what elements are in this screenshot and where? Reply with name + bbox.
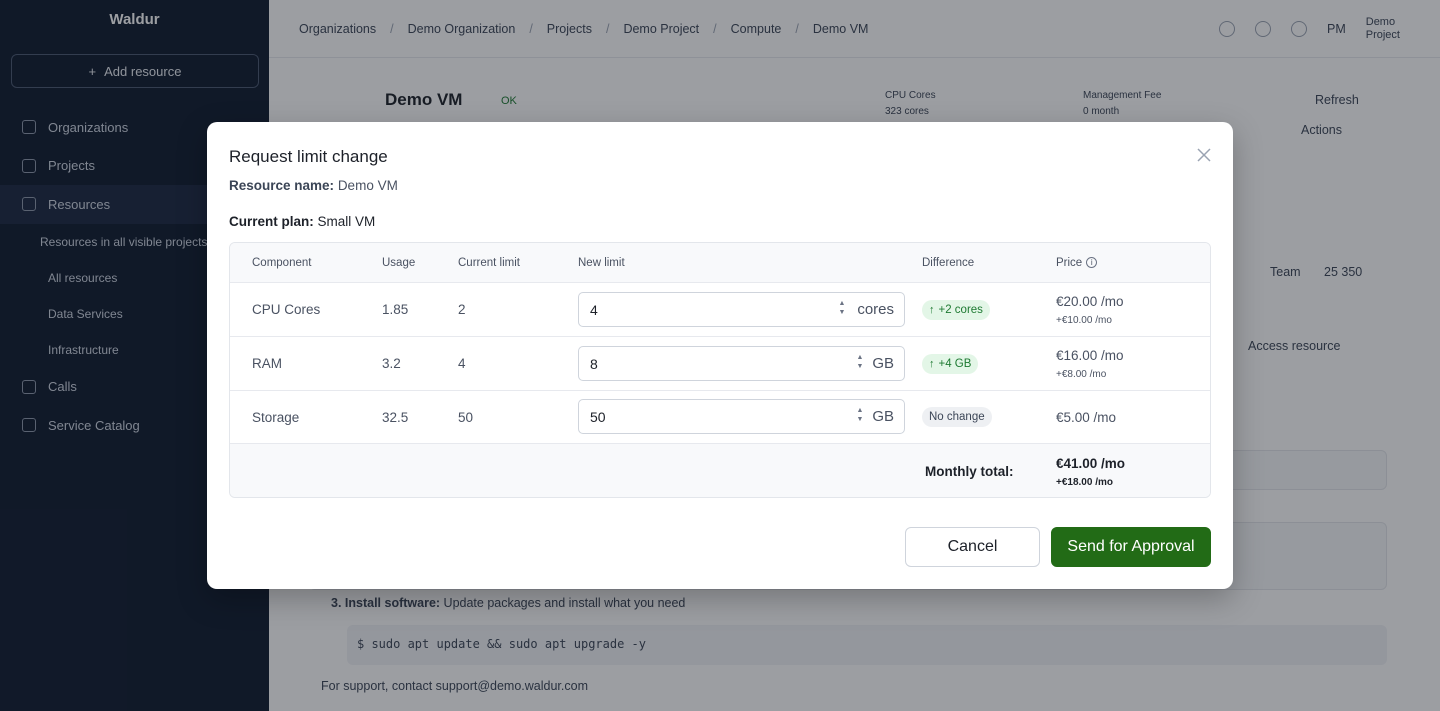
- col-component: Component: [252, 256, 312, 269]
- price-delta: +€10.00 /mo: [1056, 314, 1112, 326]
- total-row: Monthly total: €41.00 /mo +€18.00 /mo: [230, 444, 1210, 497]
- input-value: 4: [590, 301, 598, 318]
- monthly-total-label: Monthly total:: [925, 464, 1014, 479]
- table-row: RAM 3.2 4 8 ▲ ▼ GB ↑ +4 GB €16.00 /mo +€8.…: [230, 337, 1210, 391]
- cancel-button[interactable]: Cancel: [905, 527, 1040, 567]
- component-name: RAM: [252, 356, 282, 371]
- info-icon[interactable]: i: [1086, 257, 1098, 268]
- usage-value: 1.85: [382, 302, 409, 317]
- limit-change-dialog: Request limit change Resource name: Demo…: [207, 122, 1233, 589]
- current-limit-value: 2: [458, 302, 466, 317]
- difference-cell: No change: [922, 391, 992, 443]
- col-current-limit: Current limit: [458, 256, 520, 269]
- arrow-up-icon: ↑: [929, 303, 935, 316]
- price-delta: +€8.00 /mo: [1056, 368, 1107, 380]
- unit-label: GB: [872, 408, 894, 425]
- close-icon[interactable]: [1195, 146, 1213, 164]
- stepper-icon[interactable]: ▲ ▼: [837, 300, 847, 316]
- price-cell: €16.00 /mo +€8.00 /mo: [1056, 337, 1124, 390]
- difference-cell: ↑ +4 GB: [922, 337, 979, 390]
- resource-name-value: Demo VM: [337, 178, 398, 193]
- usage-value: 32.5: [382, 409, 409, 425]
- col-price-label: Price: [1056, 256, 1083, 269]
- difference-cell: ↑ +2 cores: [922, 283, 990, 336]
- total-price-cell: €41.00 /mo +€18.00 /mo: [1056, 444, 1126, 497]
- difference-badge: ↑ +2 cores: [922, 299, 990, 320]
- arrow-up-icon: ↑: [929, 357, 935, 370]
- input-value: 8: [590, 355, 598, 372]
- difference-badge: No change: [922, 407, 992, 427]
- stepper-icon[interactable]: ▲ ▼: [855, 354, 865, 370]
- limits-table: Component Usage Current limit New limit …: [229, 242, 1211, 498]
- total-delta: +€18.00 /mo: [1056, 476, 1113, 488]
- price-cell: €20.00 /mo +€10.00 /mo: [1056, 283, 1124, 336]
- current-limit-value: 50: [458, 409, 474, 425]
- dialog-title: Request limit change: [229, 147, 388, 166]
- send-for-approval-button[interactable]: Send for Approval: [1051, 527, 1211, 567]
- current-limit-value: 4: [458, 356, 466, 371]
- current-plan-line: Current plan: Small VM: [229, 214, 376, 229]
- price-value: €5.00 /mo: [1056, 409, 1117, 425]
- component-name: CPU Cores: [252, 302, 321, 317]
- col-difference: Difference: [922, 256, 975, 269]
- stepper-icon[interactable]: ▲ ▼: [855, 407, 865, 423]
- unit-label: cores: [857, 301, 894, 318]
- input-value: 50: [590, 408, 606, 425]
- table-header: Component Usage Current limit New limit …: [230, 243, 1210, 283]
- col-usage: Usage: [382, 256, 416, 269]
- price-value: €16.00 /mo: [1056, 347, 1124, 363]
- usage-value: 3.2: [382, 356, 401, 371]
- price-value: €20.00 /mo: [1056, 293, 1124, 309]
- ram-limit-input[interactable]: 8 ▲ ▼ GB: [578, 346, 905, 381]
- table-row: CPU Cores 1.85 2 4 ▲ ▼ cores ↑ +2 cores €2…: [230, 283, 1210, 337]
- difference-text: +2 cores: [938, 303, 983, 316]
- col-price: Price i: [1056, 243, 1098, 282]
- col-new-limit: New limit: [578, 256, 625, 269]
- current-plan-value: Small VM: [317, 214, 376, 229]
- cpu-limit-input[interactable]: 4 ▲ ▼ cores: [578, 292, 905, 327]
- difference-text: +4 GB: [938, 357, 972, 370]
- table-row: Storage 32.5 50 50 ▲ ▼ GB No change €5.00…: [230, 391, 1210, 444]
- unit-label: GB: [872, 355, 894, 372]
- price-cell: €5.00 /mo: [1056, 391, 1116, 443]
- resource-name-label: Resource name: [229, 178, 330, 193]
- component-name: Storage: [252, 409, 300, 425]
- difference-badge: ↑ +4 GB: [922, 353, 979, 374]
- resource-name-line: Resource name: Demo VM: [229, 178, 398, 193]
- storage-limit-input[interactable]: 50 ▲ ▼ GB: [578, 399, 905, 434]
- total-price: €41.00 /mo: [1056, 455, 1126, 471]
- current-plan-label: Current plan: [229, 214, 310, 229]
